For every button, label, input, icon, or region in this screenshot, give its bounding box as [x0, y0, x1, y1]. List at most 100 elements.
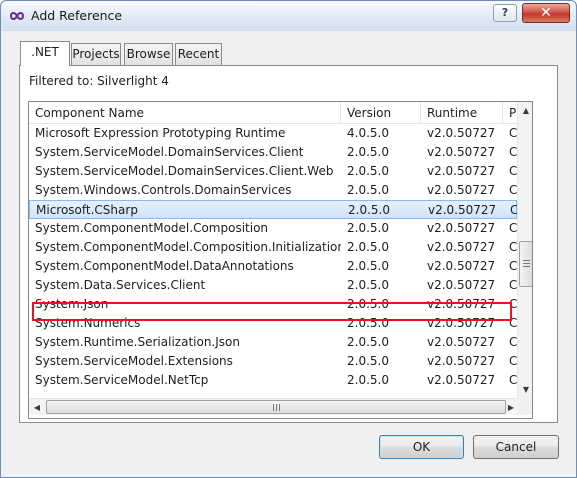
runtime-cell: v2.0.50727	[427, 240, 496, 254]
cancel-button[interactable]: Cancel	[473, 435, 559, 459]
version-cell: 2.0.5.0	[347, 164, 389, 178]
runtime-cell: v2.0.50727	[427, 335, 496, 349]
list-item[interactable]: System.Windows.Controls.DomainServices 2.…	[29, 181, 517, 200]
runtime-cell: v2.0.50727	[427, 354, 496, 368]
version-cell: 2.0.5.0	[347, 221, 389, 235]
infinity-icon	[9, 12, 25, 20]
tab-panel: Filtered to: Silverlight 4 Component Nam…	[19, 65, 558, 423]
scroll-up-arrow-icon[interactable]: ▲	[518, 102, 532, 119]
list-item[interactable]: System.Runtime.Serialization.Json 2.0.5.0…	[29, 333, 517, 352]
path-cell: C	[509, 373, 517, 387]
component-name-cell: System.Json	[35, 297, 109, 311]
tab-recent[interactable]: Recent	[175, 43, 222, 65]
component-list[interactable]: Component Name Version Runtime P Microso…	[28, 101, 533, 419]
tab-projects[interactable]: Projects	[71, 43, 121, 65]
filter-label: Filtered to: Silverlight 4	[29, 74, 169, 88]
list-item[interactable]: Microsoft.CSharp 2.0.5.0 v2.0.50727 C	[29, 200, 517, 219]
list-item[interactable]: System.ServiceModel.NetTcp 2.0.5.0 v2.0.50…	[29, 371, 517, 390]
list-rows: Microsoft Expression Prototyping Runtime…	[29, 124, 517, 390]
component-name-cell: System.ServiceModel.DomainServices.Clien…	[35, 145, 304, 159]
path-cell: C	[509, 183, 517, 197]
component-name-cell: System.ComponentModel.DataAnnotations	[35, 259, 294, 273]
component-name-cell: System.Data.Services.Client	[35, 278, 206, 292]
scroll-down-arrow-icon[interactable]: ▼	[518, 381, 532, 398]
list-item[interactable]: System.ComponentModel.Composition.Initia…	[29, 238, 517, 257]
version-cell: 2.0.5.0	[347, 278, 389, 292]
component-name-cell: Microsoft.CSharp	[36, 203, 138, 217]
component-name-cell: System.ComponentModel.Composition	[35, 221, 269, 235]
path-cell: C	[509, 259, 517, 273]
list-item[interactable]: System.Numerics 2.0.5.0 v2.0.50727 C	[29, 314, 517, 333]
horizontal-scroll-thumb[interactable]	[46, 400, 506, 414]
list-item[interactable]: System.ServiceModel.Extensions 2.0.5.0 v2.…	[29, 352, 517, 371]
list-item[interactable]: System.ComponentModel.Composition 2.0.5.0…	[29, 219, 517, 238]
list-item[interactable]: Microsoft Expression Prototyping Runtime…	[29, 124, 517, 143]
version-cell: 4.0.5.0	[347, 126, 389, 140]
path-cell: C	[509, 335, 517, 349]
version-cell: 2.0.5.0	[348, 203, 390, 217]
runtime-cell: v2.0.50727	[427, 316, 496, 330]
component-name-cell: System.ServiceModel.NetTcp	[35, 373, 209, 387]
path-cell: C	[504, 201, 517, 220]
runtime-cell: v2.0.50727	[427, 221, 496, 235]
runtime-cell: v2.0.50727	[427, 278, 496, 292]
column-header-component-name[interactable]: Component Name	[29, 102, 341, 124]
version-cell: 2.0.5.0	[347, 240, 389, 254]
column-header-version[interactable]: Version	[341, 102, 421, 124]
version-cell: 2.0.5.0	[347, 259, 389, 273]
component-name-cell: System.Runtime.Serialization.Json	[35, 335, 240, 349]
version-cell: 2.0.5.0	[347, 145, 389, 159]
scroll-left-arrow-icon[interactable]: ◀	[29, 399, 45, 416]
runtime-cell: v2.0.50727	[428, 203, 497, 217]
version-cell: 2.0.5.0	[347, 316, 389, 330]
runtime-cell: v2.0.50727	[427, 126, 496, 140]
path-cell: C	[509, 164, 517, 178]
horizontal-scrollbar[interactable]: ◀ ▶	[29, 398, 517, 415]
scroll-right-arrow-icon[interactable]: ▶	[505, 399, 517, 416]
component-name-cell: System.Windows.Controls.DomainServices	[35, 183, 292, 197]
runtime-cell: v2.0.50727	[427, 297, 496, 311]
version-cell: 2.0.5.0	[347, 183, 389, 197]
tab-net[interactable]: .NET	[20, 41, 70, 66]
column-header-runtime[interactable]: Runtime	[421, 102, 503, 124]
list-item[interactable]: System.Json 2.0.5.0 v2.0.50727 C	[29, 295, 517, 314]
runtime-cell: v2.0.50727	[427, 145, 496, 159]
help-button[interactable]: ?	[493, 4, 517, 22]
path-cell: C	[509, 221, 517, 235]
path-cell: C	[509, 240, 517, 254]
list-item[interactable]: System.ServiceModel.DomainServices.Clien…	[29, 162, 517, 181]
ok-button[interactable]: OK	[379, 435, 464, 459]
path-cell: C	[509, 145, 517, 159]
scrollbar-corner	[517, 398, 532, 415]
component-name-cell: Microsoft Expression Prototyping Runtime	[35, 126, 286, 140]
window-title: Add Reference	[31, 8, 123, 23]
vertical-scrollbar[interactable]: ▲ ▼	[517, 102, 532, 398]
list-item[interactable]: System.ServiceModel.DomainServices.Clien…	[29, 143, 517, 162]
vertical-scroll-thumb[interactable]	[519, 241, 532, 287]
path-cell: C	[509, 316, 517, 330]
tab-browse[interactable]: Browse	[124, 43, 173, 65]
path-cell: C	[509, 354, 517, 368]
runtime-cell: v2.0.50727	[427, 183, 496, 197]
add-reference-dialog: Add Reference ? ✕ .NET Projects Browse R…	[0, 0, 577, 478]
version-cell: 2.0.5.0	[347, 373, 389, 387]
runtime-cell: v2.0.50727	[427, 259, 496, 273]
list-item[interactable]: System.ComponentModel.DataAnnotations 2.0…	[29, 257, 517, 276]
runtime-cell: v2.0.50727	[427, 373, 496, 387]
path-cell: C	[509, 126, 517, 140]
version-cell: 2.0.5.0	[347, 354, 389, 368]
dialog-client-area: .NET Projects Browse Recent Filtered to:…	[9, 31, 568, 471]
runtime-cell: v2.0.50727	[427, 164, 496, 178]
list-item[interactable]: System.Data.Services.Client 2.0.5.0 v2.0.5…	[29, 276, 517, 295]
version-cell: 2.0.5.0	[347, 335, 389, 349]
title-bar[interactable]: Add Reference ? ✕	[1, 1, 576, 31]
close-button[interactable]: ✕	[522, 3, 570, 23]
component-name-cell: System.ServiceModel.DomainServices.Clien…	[35, 164, 334, 178]
component-name-cell: System.Numerics	[35, 316, 141, 330]
component-name-cell: System.ServiceModel.Extensions	[35, 354, 233, 368]
path-cell: C	[509, 278, 517, 292]
list-header: Component Name Version Runtime P	[29, 102, 517, 124]
version-cell: 2.0.5.0	[347, 297, 389, 311]
component-name-cell: System.ComponentModel.Composition.Initia…	[35, 240, 341, 254]
path-cell: C	[509, 297, 517, 311]
